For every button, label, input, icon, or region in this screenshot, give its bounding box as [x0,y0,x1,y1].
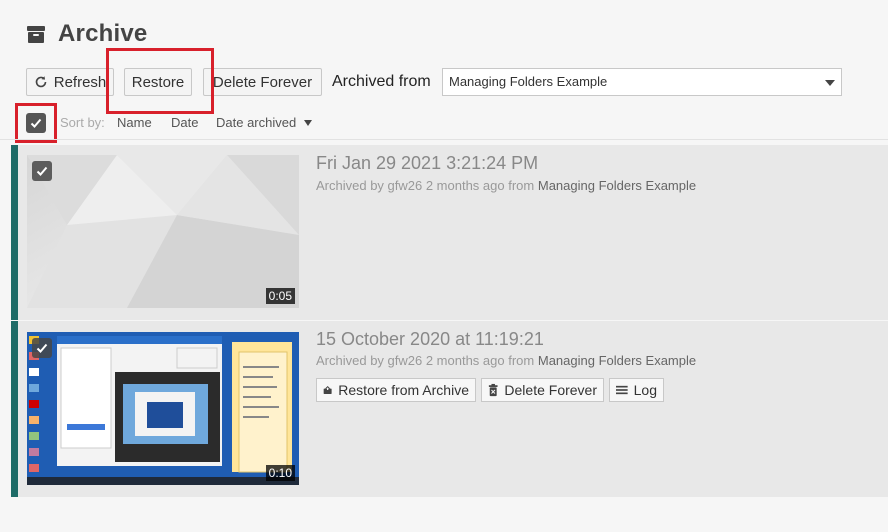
restore-from-archive-button[interactable]: Restore from Archive [316,378,476,402]
archived-from-value: Managing Folders Example [449,74,608,89]
item-meta-source[interactable]: Managing Folders Example [538,178,696,193]
item-checkbox[interactable] [32,161,52,181]
select-all-checkbox[interactable] [26,113,46,133]
restore-button[interactable]: Restore [124,68,192,96]
refresh-label: Refresh [53,73,107,91]
delete-forever-item-button[interactable]: Delete Forever [481,378,604,402]
selected-accent [11,145,18,320]
refresh-button[interactable]: Refresh [26,68,114,96]
checkmark-icon [36,166,48,176]
item-meta-prefix: Archived by gfw26 2 months ago from [316,178,535,193]
sort-option-date-archived[interactable]: Date archived [216,112,313,134]
restore-icon [323,386,332,394]
delete-forever-button[interactable]: Delete Forever [203,68,322,96]
delete-forever-label: Delete Forever [212,73,313,91]
duration-badge: 0:05 [265,288,295,304]
item-checkbox[interactable] [32,338,52,358]
item-meta-source[interactable]: Managing Folders Example [538,353,696,368]
trash-icon [488,383,498,397]
sort-option-name[interactable]: Name [117,112,152,134]
thumbnail-image [27,332,299,485]
item-meta-prefix: Archived by gfw26 2 months ago from [316,353,535,368]
log-button[interactable]: Log [609,378,664,402]
duration-badge: 0:10 [265,465,295,481]
list-item: 0:05 Fri Jan 29 2021 3:21:24 PM Archived… [11,145,888,320]
item-title[interactable]: 15 October 2020 at 11:19:21 [316,329,544,350]
thumbnail-image [27,155,299,308]
chevron-down-icon [825,80,835,86]
sort-option-date[interactable]: Date [171,112,198,134]
item-title[interactable]: Fri Jan 29 2021 3:21:24 PM [316,153,538,174]
list-item: 0:10 15 October 2020 at 11:19:21 Archive… [11,321,888,497]
restore-label: Restore [131,73,185,91]
archived-from-label: Archived from [332,73,431,90]
video-thumbnail[interactable]: 0:05 [27,155,299,308]
page-header: Archive [26,18,147,50]
checkmark-icon [30,118,42,128]
list-icon [616,385,628,395]
item-meta: Archived by gfw26 2 months ago from Mana… [316,178,696,193]
refresh-icon [35,76,47,88]
video-thumbnail[interactable]: 0:10 [27,332,299,485]
item-meta: Archived by gfw26 2 months ago from Mana… [316,353,696,368]
restore-from-archive-label: Restore from Archive [338,382,469,398]
page-background [0,497,888,532]
checkmark-icon [36,343,48,353]
archived-from-select[interactable]: Managing Folders Example [442,68,842,96]
selected-accent [11,321,18,497]
sort-option-date-archived-label: Date archived [216,115,297,130]
page-title: Archive [58,20,148,47]
delete-forever-item-label: Delete Forever [504,382,597,398]
log-label: Log [633,382,657,398]
archive-icon [27,26,45,43]
divider [0,139,888,140]
caret-down-icon [303,120,312,126]
sort-by-label: Sort by: [60,115,105,130]
